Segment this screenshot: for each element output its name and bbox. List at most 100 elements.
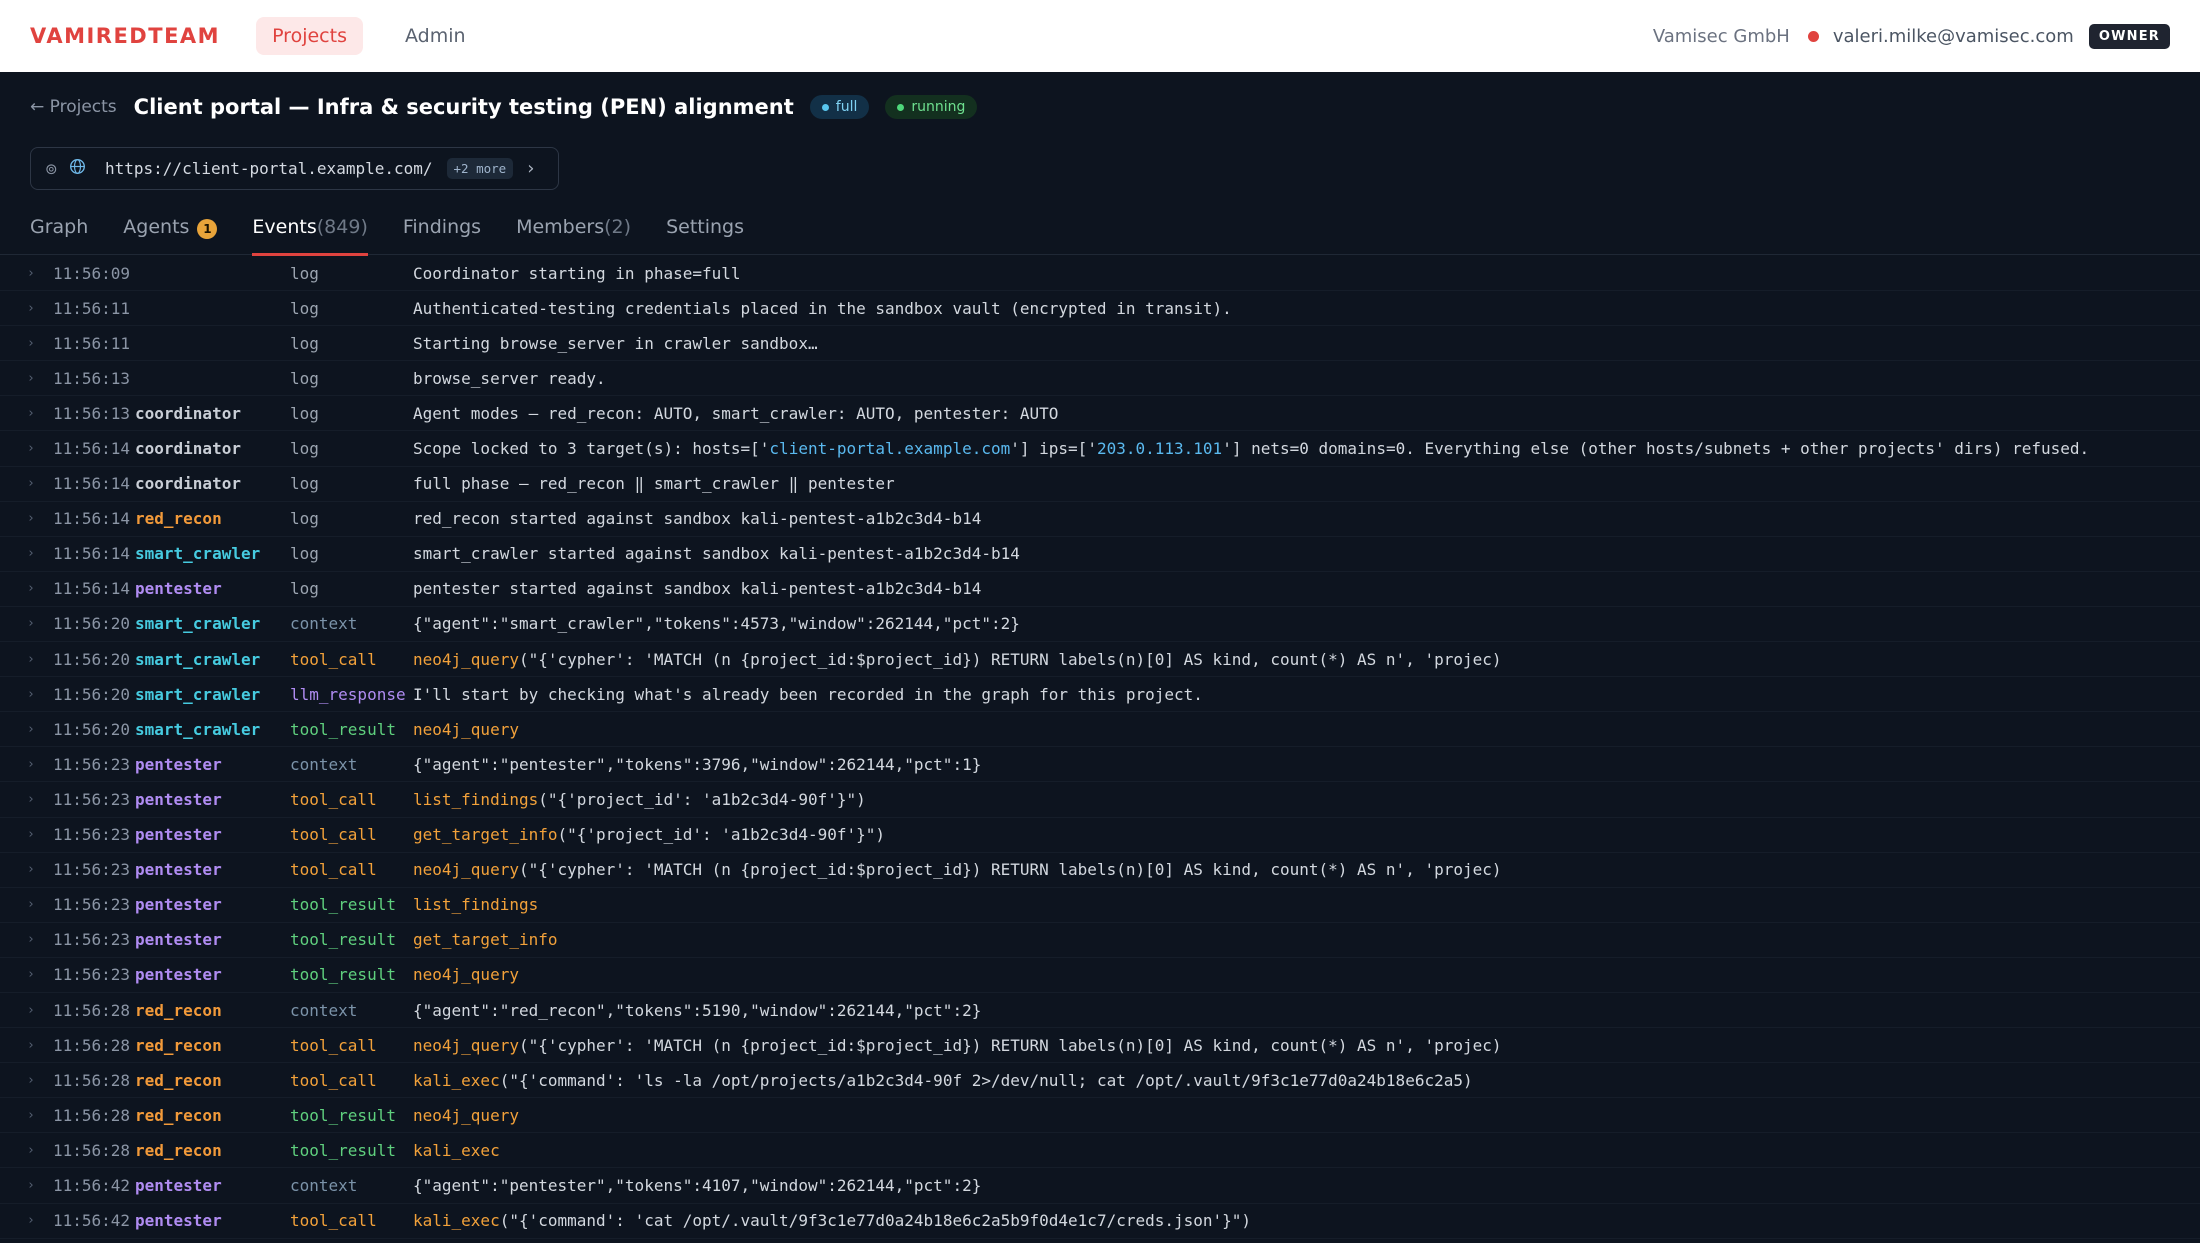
event-row[interactable]: › 11:56:14 pentester log pentester started a… [0, 572, 2200, 607]
expand-chevron-icon[interactable]: › [0, 1038, 53, 1053]
event-row[interactable]: › 11:56:20 smart_crawler llm_response I'll s… [0, 677, 2200, 713]
tab-events[interactable]: Events (849) [252, 204, 369, 256]
tab-findings-label: Findings [402, 216, 482, 238]
event-row[interactable]: › 11:56:13 log browse_server ready. [0, 361, 2200, 397]
event-row[interactable]: › 11:56:23 pentester tool_result get_target_… [0, 923, 2200, 958]
event-row[interactable]: › 11:56:42 pentester context {"agent":"pente… [0, 1168, 2200, 1204]
event-type: tool_call [290, 1035, 377, 1055]
expand-chevron-icon[interactable]: › [0, 722, 53, 737]
tab-graph-label: Graph [30, 216, 89, 238]
tab-settings[interactable]: Settings [666, 204, 744, 255]
expand-chevron-icon[interactable]: › [0, 1003, 53, 1018]
phase-badge: full [809, 95, 870, 119]
expand-chevron-icon[interactable]: › [0, 1073, 53, 1088]
tool-name: list_findings [413, 789, 539, 809]
tab-agents[interactable]: Agents 1 [123, 204, 218, 255]
expand-chevron-icon[interactable]: › [0, 616, 53, 631]
event-agent: coordinator [135, 403, 241, 423]
event-message: Scope locked to 3 target(s): hosts=['cli… [413, 439, 2089, 458]
expand-chevron-icon[interactable]: › [0, 967, 53, 982]
more-targets-badge[interactable]: +2 more [446, 158, 514, 179]
expand-chevron-icon[interactable]: › [0, 792, 53, 807]
expand-chevron-icon[interactable]: › [0, 1178, 53, 1193]
expand-chevron-icon[interactable]: › [0, 757, 53, 772]
event-time: 11:56:13 [53, 403, 131, 423]
event-time: 11:56:23 [53, 895, 131, 915]
expand-chevron-icon[interactable]: › [0, 476, 53, 491]
event-row[interactable]: › 11:56:09 log Coordinator starting in phas… [0, 256, 2200, 292]
event-row[interactable]: › 11:56:23 pentester tool_call get_target_in… [0, 818, 2200, 853]
back-to-projects-link[interactable]: ← Projects [30, 97, 117, 117]
tab-graph[interactable]: Graph [30, 204, 88, 255]
event-row[interactable]: › 11:56:23 pentester context {"agent":"pente… [0, 747, 2200, 783]
expand-chevron-icon[interactable]: › [0, 301, 53, 316]
scope-target-link[interactable]: 203.0.113.101 [1097, 439, 1222, 458]
event-row[interactable]: › 11:56:11 log Starting browse_server in cr… [0, 326, 2200, 362]
expand-chevron-icon[interactable]: › [0, 1213, 53, 1228]
event-agent: smart_crawler [135, 614, 261, 634]
expand-chevron-icon[interactable]: › [0, 932, 53, 947]
event-agent: smart_crawler [135, 649, 261, 669]
target-url: https://client-portal.example.com/ [105, 159, 433, 178]
event-row[interactable]: › 11:56:14 coordinator log Scope locked to 3… [0, 431, 2200, 467]
expand-chevron-icon[interactable]: › [0, 1143, 53, 1158]
expand-chevron-icon[interactable]: › [0, 511, 53, 526]
event-type: log [290, 298, 319, 318]
expand-chevron-icon[interactable]: › [0, 827, 53, 842]
expand-chevron-icon[interactable]: › [0, 406, 53, 421]
event-type: tool_result [290, 719, 396, 739]
tab-events-label: Events [252, 216, 317, 238]
event-row[interactable]: › 11:56:14 red_recon log red_recon started a… [0, 502, 2200, 537]
event-row[interactable]: › 11:56:14 coordinator log full phase — red_… [0, 467, 2200, 502]
expand-chevron-icon[interactable]: › [0, 687, 53, 702]
event-row[interactable]: › 11:56:23 pentester tool_result neo4j_query [0, 958, 2200, 993]
user-email[interactable]: valeri.milke@vamisec.com [1833, 26, 2074, 47]
expand-chevron-icon[interactable]: › [0, 862, 53, 877]
event-agent: pentester [135, 895, 222, 915]
tab-findings[interactable]: Findings [403, 204, 481, 255]
expand-chevron-icon[interactable]: › [0, 897, 53, 912]
event-row[interactable]: › 11:56:23 pentester tool_result list_findin… [0, 888, 2200, 923]
target-selector[interactable]: ⊚ https://client-portal.example.com/ +2 … [30, 147, 559, 190]
nav-admin[interactable]: Admin [389, 17, 482, 55]
expand-chevron-icon[interactable]: › [0, 652, 53, 667]
event-row[interactable]: › 11:56:42 pentester tool_call kali_exec("{'… [0, 1204, 2200, 1239]
expand-chevron-icon[interactable]: › [0, 1108, 53, 1123]
brand-logo[interactable]: VAMIREDTEAM [30, 24, 220, 48]
page-title: Client portal — Infra & security testing… [133, 95, 794, 119]
event-row[interactable]: › 11:56:28 red_recon context {"agent":"red_r… [0, 993, 2200, 1029]
expand-chevron-icon[interactable]: › [0, 546, 53, 561]
event-time: 11:56:20 [53, 684, 131, 704]
event-type: log [290, 474, 319, 494]
event-row[interactable]: › 11:56:20 smart_crawler context {"agent":"s… [0, 607, 2200, 643]
expand-chevron-icon[interactable]: › [0, 441, 53, 456]
event-message: I'll start by checking what's already be… [413, 684, 1203, 704]
tool-name: list_findings [413, 895, 539, 915]
event-row[interactable]: › 11:56:28 red_recon tool_result kali_exec [0, 1133, 2200, 1169]
event-row[interactable]: › 11:56:20 smart_crawler tool_call neo4j_que… [0, 642, 2200, 678]
expand-chevron-icon[interactable]: › [0, 371, 53, 386]
event-message: Coordinator starting in phase=full [413, 263, 741, 283]
event-row[interactable]: › 11:56:14 smart_crawler log smart_crawler s… [0, 537, 2200, 572]
expand-chevron-icon[interactable]: › [0, 266, 53, 281]
event-type: tool_result [290, 1140, 396, 1160]
event-row[interactable]: › 11:56:11 log Authenticated-testing creden… [0, 291, 2200, 327]
expand-chevron-icon[interactable]: › [0, 581, 53, 596]
expand-chevron-icon[interactable]: › [0, 336, 53, 351]
event-row[interactable]: › 11:56:28 red_recon tool_call kali_exec("{'… [0, 1063, 2200, 1099]
event-row[interactable]: › 11:56:23 pentester tool_call neo4j_query("… [0, 853, 2200, 888]
event-row[interactable]: › 11:56:28 red_recon tool_call neo4j_query("… [0, 1028, 2200, 1064]
event-time: 11:56:42 [53, 1175, 131, 1195]
chevron-right-icon[interactable]: › [527, 158, 534, 179]
event-time: 11:56:23 [53, 754, 131, 774]
event-row[interactable]: › 11:56:20 smart_crawler tool_result neo4j_q… [0, 712, 2200, 748]
tool-args: ("{'cypher': 'MATCH (n {project_id:$proj… [518, 860, 1502, 880]
scope-target-link[interactable]: client-portal.example.com [769, 439, 1010, 458]
event-row[interactable]: › 11:56:13 coordinator log Agent modes — red… [0, 396, 2200, 432]
nav-projects[interactable]: Projects [256, 17, 363, 55]
tab-members[interactable]: Members (2) [516, 204, 631, 255]
event-row[interactable]: › 11:56:23 pentester tool_call list_findings… [0, 782, 2200, 818]
event-message: Authenticated-testing credentials placed… [413, 298, 1232, 318]
event-agent: coordinator [135, 474, 241, 494]
event-row[interactable]: › 11:56:28 red_recon tool_result neo4j_query [0, 1098, 2200, 1134]
